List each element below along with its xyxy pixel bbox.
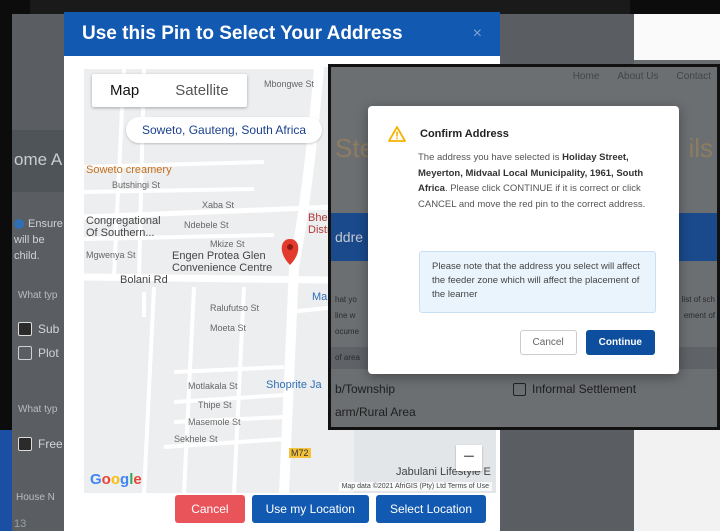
street-bolani: Bolani Rd — [120, 274, 168, 286]
continue-button[interactable]: Continue — [585, 330, 655, 355]
background-right-panel — [634, 14, 720, 60]
option-free-label: Free — [38, 437, 63, 451]
poi-shoprite: Shoprite Ja — [266, 379, 322, 391]
option-township-label: b/Township — [335, 382, 396, 396]
street-butshingi: Butshingi St — [112, 180, 161, 190]
street-mkize: Mkize St — [210, 239, 245, 249]
confirm-message-prefix: The address you have selected is — [418, 152, 563, 163]
confirm-message: The address you have selected is Holiday… — [418, 150, 654, 212]
nav-about[interactable]: About Us — [617, 71, 658, 82]
top-nav: Home About Us Contact — [573, 71, 711, 82]
street-ralufutso: Ralufutso St — [210, 303, 260, 313]
map-type-tabs: Map Satellite — [92, 74, 247, 107]
info-icon — [14, 219, 24, 230]
poi-ma: Ma — [312, 291, 328, 303]
tab-satellite[interactable]: Satellite — [157, 74, 246, 107]
option-township[interactable]: b/Township — [335, 382, 395, 396]
checkbox-free[interactable] — [18, 437, 32, 451]
what-type-label-2: What typ — [18, 404, 58, 415]
option-plot[interactable]: Plot — [18, 346, 59, 360]
instruction-text-3: ocume — [335, 327, 360, 336]
background-blue-edge — [0, 430, 12, 531]
option-sub[interactable]: Sub — [18, 322, 59, 336]
confirm-title: Confirm Address — [420, 128, 509, 140]
checkbox-informal[interactable] — [513, 382, 526, 396]
cancel-button[interactable]: Cancel — [175, 495, 245, 523]
street-mbongwe: Mbongwe St — [264, 79, 315, 89]
confirm-message-suffix: . Please click CONTINUE if it is correct… — [418, 183, 646, 210]
instruction-text-2: line w — [335, 311, 356, 320]
option-free[interactable]: Free — [18, 437, 63, 451]
nav-home[interactable]: Home — [573, 71, 600, 82]
street-moeta: Moeta St — [210, 323, 247, 333]
option-informal-label: Informal Settlement — [532, 382, 637, 396]
option-informal-settlement[interactable]: Informal Settlement — [513, 382, 636, 396]
map-location-label[interactable]: Soweto, Gauteng, South Africa — [126, 117, 323, 143]
zoom-out-button[interactable]: − — [456, 445, 482, 471]
select-location-button[interactable]: Select Location — [375, 495, 486, 523]
section-header-label: ddre — [335, 229, 364, 245]
street-sekhele: Sekhele St — [174, 434, 218, 444]
page-heading-right: ils — [688, 133, 713, 163]
close-icon[interactable]: × — [473, 25, 482, 43]
nav-contact[interactable]: Contact — [677, 71, 711, 82]
pin-modal-header: Use this Pin to Select Your Address × — [64, 12, 500, 56]
background-right-lower — [634, 430, 720, 531]
use-my-location-button[interactable]: Use my Location — [251, 495, 369, 523]
tab-map[interactable]: Map — [92, 74, 157, 107]
street-masemole: Masemole St — [188, 417, 241, 427]
confirm-header: Confirm Address — [388, 126, 509, 142]
area-type-label: of area — [335, 353, 360, 362]
option-farm[interactable]: arm/Rural Area — [335, 405, 416, 419]
street-thipe: Thipe St — [198, 400, 232, 410]
checkbox-sub[interactable] — [18, 322, 32, 336]
confirm-cancel-button[interactable]: Cancel — [519, 330, 577, 355]
poi-soweto-creamery: Soweto creamery — [86, 164, 172, 176]
option-plot-label: Plot — [38, 346, 59, 360]
instruction-text-1: hat yo — [335, 295, 357, 304]
warning-icon — [388, 126, 406, 142]
street-mgwenya: Mgwenya St — [86, 250, 136, 260]
pin-modal-footer: Cancel Use my Location Select Location — [175, 495, 486, 523]
street-xaba: Xaba St — [202, 200, 235, 210]
house-number-label: House N — [16, 492, 55, 503]
route-m72: M72 — [289, 448, 311, 458]
instruction-text-right-2: ement of — [683, 311, 715, 320]
checkbox-plot[interactable] — [18, 346, 32, 360]
instruction-text-right-1: list of sch — [681, 295, 715, 304]
street-ndebele: Ndebele St — [184, 220, 229, 230]
street-motlakala: Motlakala St — [188, 381, 238, 391]
what-type-label: What typ — [18, 290, 58, 301]
pin-modal-title: Use this Pin to Select Your Address — [82, 23, 403, 44]
option-farm-label: arm/Rural Area — [335, 405, 416, 419]
poi-congregational: Congregational Of Southern... — [86, 215, 161, 239]
map-attribution[interactable]: Map data ©2021 AfriGIS (Pty) Ltd Terms o… — [338, 482, 492, 491]
feeder-zone-notice: Please note that the address you select … — [419, 251, 656, 313]
background-heading: ome A — [14, 150, 63, 169]
poi-engen: Engen Protea Glen Convenience Centre — [172, 250, 273, 274]
google-logo: Google — [90, 471, 142, 488]
confirm-address-dialog: Confirm Address The address you have sel… — [368, 106, 679, 374]
confirm-actions: Cancel Continue — [519, 330, 655, 355]
option-sub-label: Sub — [38, 322, 60, 336]
